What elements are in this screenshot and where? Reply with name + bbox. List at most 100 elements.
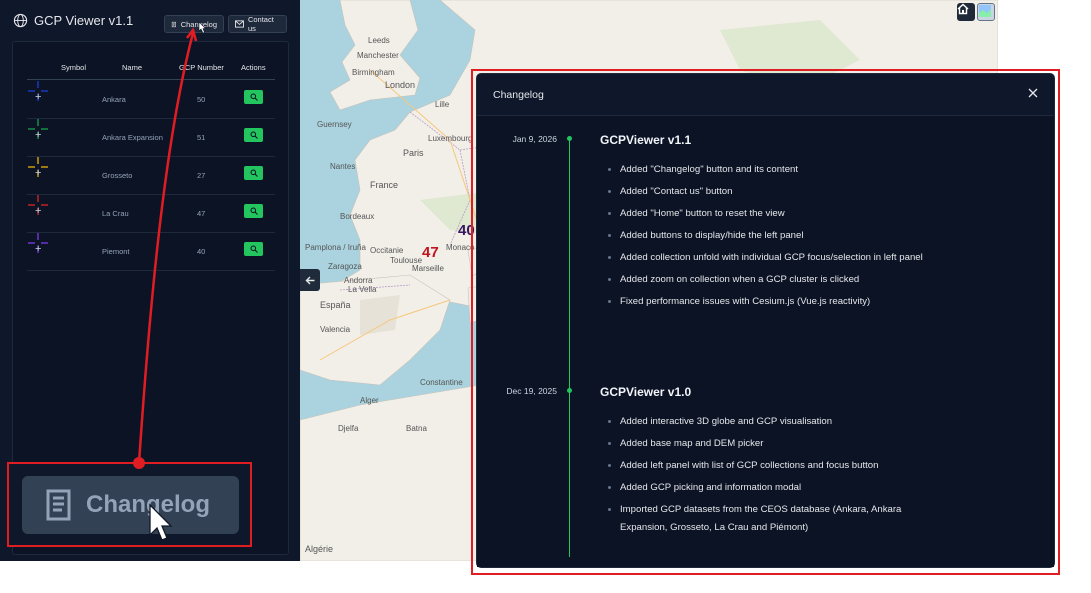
map-label: Bordeaux	[340, 212, 375, 221]
focus-button[interactable]	[244, 90, 263, 104]
contact-button-label: Contact us	[247, 15, 274, 33]
zoom-icon	[250, 207, 258, 215]
table-row: + Grosseto 27	[27, 156, 275, 195]
row-name: Ankara Expansion	[102, 133, 163, 142]
release-version: GCPViewer v1.0	[600, 385, 692, 399]
zoom-icon	[250, 169, 258, 177]
scroll-icon	[171, 21, 176, 27]
map-label: Valencia	[320, 325, 351, 334]
focus-button[interactable]	[244, 204, 263, 218]
timeline-dot	[567, 388, 572, 393]
map-label: Andorra	[344, 276, 373, 285]
changelog-entry: Added base map and DEM picker	[620, 435, 940, 453]
focus-button[interactable]	[244, 128, 263, 142]
map-label: Lille	[435, 100, 450, 109]
release-date: Jan 9, 2026	[512, 134, 557, 144]
expand-icon[interactable]: +	[35, 243, 41, 255]
zoom-callout: Changelog	[7, 462, 252, 547]
app-title-text: GCP Viewer v1.1	[34, 13, 134, 28]
map-label: Leeds	[368, 36, 390, 45]
map-label: Nantes	[330, 162, 356, 171]
map-label: London	[385, 80, 416, 90]
map-label: Zaragoza	[328, 262, 362, 271]
layer-picker-icon	[979, 5, 991, 17]
changelog-button-zoomed: Changelog	[22, 476, 239, 534]
changelog-entry: Added "Contact us" button	[620, 183, 940, 201]
map-label: Luxembourg	[428, 134, 473, 143]
layer-picker-button[interactable]	[977, 3, 995, 21]
table-row: + La Crau 47	[27, 194, 275, 233]
changelog-button[interactable]: Changelog	[164, 15, 224, 33]
map-label: Birmingham	[352, 68, 395, 77]
col-header-name: Name	[122, 63, 143, 72]
changelog-entry: Added interactive 3D globe and GCP visua…	[620, 413, 940, 431]
map-label: España	[320, 300, 351, 310]
col-header-symbol: Symbol	[61, 63, 87, 72]
map-label: Marseille	[412, 264, 445, 273]
map-label: Occitanie	[370, 246, 404, 255]
map-label: Paris	[403, 148, 424, 158]
contact-button[interactable]: Contact us	[228, 15, 287, 33]
focus-button[interactable]	[244, 166, 263, 180]
changelog-button-label: Changelog	[180, 19, 217, 29]
map-label: Guernsey	[317, 120, 352, 129]
changelog-entry: Added buttons to display/hide the left p…	[620, 227, 940, 245]
row-gcp-number: 27	[197, 171, 206, 180]
changelog-entry: Added GCP picking and information modal	[620, 479, 940, 497]
close-button[interactable]	[1028, 86, 1038, 102]
release-entries: Added "Changelog" button and its content…	[604, 161, 940, 315]
changelog-entry: Added zoom on collection when a GCP clus…	[620, 271, 940, 289]
zoom-icon	[250, 131, 258, 139]
release-entries: Added interactive 3D globe and GCP visua…	[604, 413, 940, 541]
close-icon	[1028, 88, 1038, 98]
map-label: Algérie	[305, 544, 334, 554]
expand-icon[interactable]: +	[35, 91, 41, 103]
home-button[interactable]	[957, 3, 975, 21]
release-date: Dec 19, 2025	[506, 386, 557, 396]
timeline-dot	[567, 136, 572, 141]
globe-icon	[13, 13, 28, 28]
row-gcp-number: 50	[197, 95, 206, 104]
collapse-panel-button[interactable]	[300, 269, 320, 291]
table-row: + Ankara 50	[27, 80, 275, 119]
table-header: Symbol Name GCP Number Actions	[27, 63, 275, 80]
app-title: GCP Viewer v1.1	[13, 13, 133, 28]
home-icon	[957, 3, 969, 15]
map-label: Constantine	[420, 378, 463, 387]
zoom-icon	[250, 245, 258, 253]
expand-icon[interactable]: +	[35, 129, 41, 141]
row-gcp-number: 47	[197, 209, 206, 218]
changelog-timeline: Jan 9, 2026 GCPViewer v1.1 Added "Change…	[477, 116, 1054, 567]
map-label: Pamplona / Iruña	[305, 243, 366, 252]
map-label: France	[370, 180, 399, 190]
focus-button[interactable]	[244, 242, 263, 256]
mail-icon	[235, 20, 244, 28]
changelog-entry: Added left panel with list of GCP collec…	[620, 457, 940, 475]
gcp-cluster-marker[interactable]: 47	[422, 244, 439, 261]
scroll-icon	[46, 489, 71, 521]
table-row: + Piemont 40	[27, 232, 275, 271]
map-label: Manchester	[357, 51, 399, 60]
expand-icon[interactable]: +	[35, 167, 41, 179]
timeline-line	[569, 138, 570, 557]
changelog-entry: Added collection unfold with individual …	[620, 249, 940, 267]
arrow-left-icon	[305, 276, 314, 284]
row-name: La Crau	[102, 209, 129, 218]
zoom-icon	[250, 93, 258, 101]
changelog-button-zoomed-label: Changelog	[86, 491, 210, 518]
modal-title: Changelog	[493, 89, 544, 101]
changelog-entry: Imported GCP datasets from the CEOS data…	[620, 501, 940, 537]
row-gcp-number: 51	[197, 133, 206, 142]
expand-icon[interactable]: +	[35, 205, 41, 217]
changelog-modal: Changelog Jan 9, 2026 GCPViewer v1.1 Add…	[477, 74, 1054, 567]
map-label: Alger	[360, 396, 379, 405]
changelog-entry: Added "Home" button to reset the view	[620, 205, 940, 223]
map-label: La Vella	[348, 285, 377, 294]
table-row: + Ankara Expansion 51	[27, 118, 275, 157]
row-name: Ankara	[102, 95, 126, 104]
row-gcp-number: 40	[197, 247, 206, 256]
col-header-gcp-number: GCP Number	[179, 63, 224, 72]
map-label: Djelfa	[338, 424, 359, 433]
changelog-entry: Fixed performance issues with Cesium.js …	[620, 293, 940, 311]
row-name: Piemont	[102, 247, 130, 256]
